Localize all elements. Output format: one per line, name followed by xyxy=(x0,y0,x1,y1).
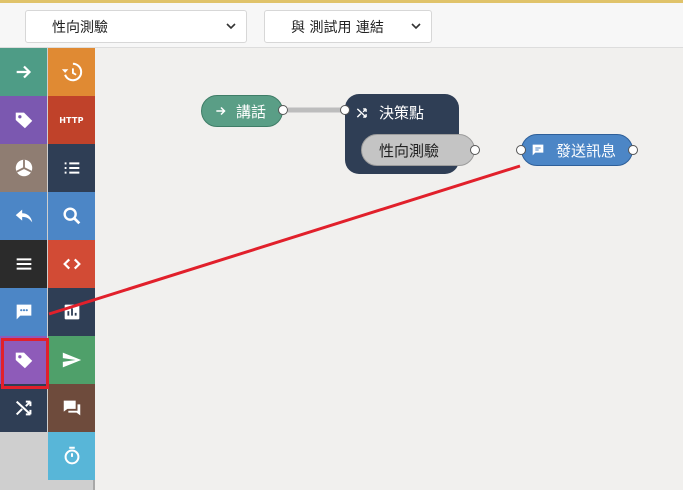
node-send-message-input-port[interactable] xyxy=(516,145,526,155)
shuffle-icon xyxy=(356,107,367,118)
canvas-wires xyxy=(48,107,521,316)
node-decision-label: 決策點 xyxy=(379,104,425,122)
node-speak-label: 講話 xyxy=(236,102,267,121)
arrow-right-icon xyxy=(216,106,226,116)
node-send-message-label: 發送訊息 xyxy=(556,141,617,160)
decision-option[interactable]: 性向測驗 xyxy=(361,134,475,166)
node-speak-output-port[interactable] xyxy=(278,105,288,115)
node-decision-input-port[interactable] xyxy=(340,105,350,115)
node-send-message-output-port[interactable] xyxy=(628,145,638,155)
node-send-message[interactable]: 發送訊息 xyxy=(521,134,633,166)
message-icon xyxy=(532,144,544,156)
decision-option-label: 性向測驗 xyxy=(379,141,440,160)
annotation-arrow-line xyxy=(48,164,521,316)
node-speak[interactable]: 講話 xyxy=(201,95,283,127)
decision-option-output-port[interactable] xyxy=(470,145,480,155)
